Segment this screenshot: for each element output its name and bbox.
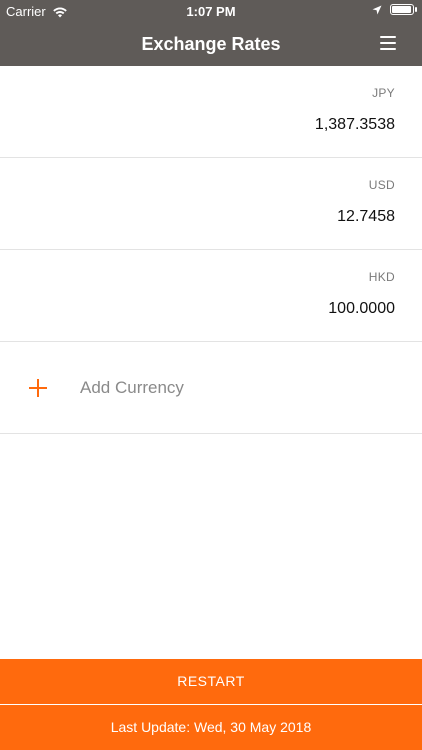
menu-line — [380, 42, 396, 44]
status-bar: Carrier 1:07 PM — [0, 0, 422, 22]
menu-line — [380, 36, 396, 38]
currency-list: JPY 1,387.3538 USD 12.7458 HKD 100.0000 … — [0, 66, 422, 434]
add-currency-button[interactable]: Add Currency — [0, 342, 422, 434]
currency-amount: 100.0000 — [328, 300, 395, 317]
navigation-bar: Exchange Rates — [0, 22, 422, 66]
currency-code: USD — [368, 178, 395, 192]
top-bar: Carrier 1:07 PM Exchange Rates — [0, 0, 422, 66]
plus-icon — [29, 379, 47, 397]
clock: 1:07 PM — [186, 4, 236, 19]
page-title: Exchange Rates — [141, 34, 281, 54]
battery-icon — [390, 4, 417, 15]
restart-button[interactable]: RESTART — [0, 659, 422, 704]
exchange-rates-screen: Carrier 1:07 PM Exchange Rates JPY 1,387… — [0, 0, 422, 750]
currency-row-hkd[interactable]: HKD 100.0000 — [0, 250, 422, 342]
currency-amount: 1,387.3538 — [314, 116, 395, 133]
currency-amount: 12.7458 — [337, 208, 395, 225]
battery-level-fill — [392, 6, 411, 13]
currency-row-usd[interactable]: USD 12.7458 — [0, 158, 422, 250]
menu-line — [380, 48, 396, 50]
last-update-label: Last Update: Wed, 30 May 2018 — [0, 705, 422, 750]
status-right-group — [372, 4, 417, 15]
currency-row-jpy[interactable]: JPY 1,387.3538 — [0, 66, 422, 158]
hamburger-menu-icon[interactable] — [380, 36, 396, 50]
currency-code: HKD — [368, 270, 395, 284]
add-currency-label: Add Currency — [80, 378, 184, 397]
currency-code: JPY — [372, 86, 395, 100]
location-arrow-icon — [372, 5, 382, 14]
